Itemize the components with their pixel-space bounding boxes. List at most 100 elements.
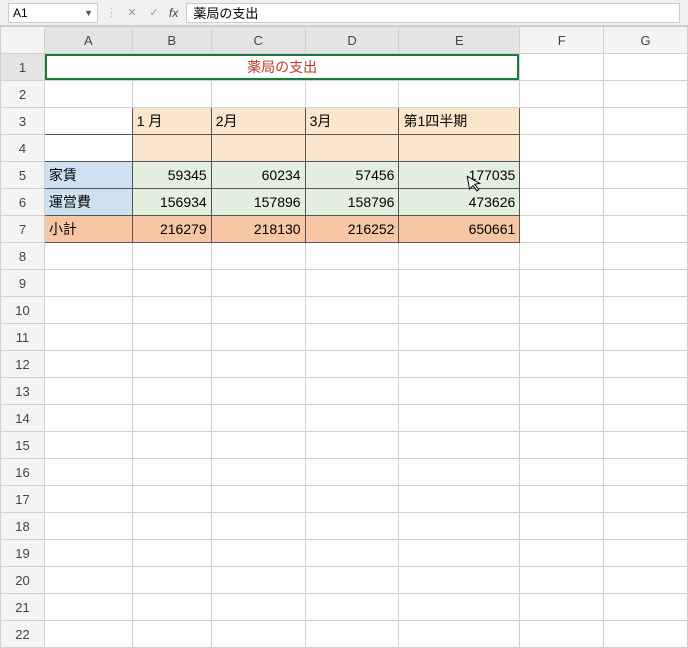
row-header-20[interactable]: 20 bbox=[1, 567, 45, 594]
cell-B20[interactable] bbox=[132, 567, 211, 594]
cell-F13[interactable] bbox=[520, 378, 604, 405]
cell-C9[interactable] bbox=[211, 270, 305, 297]
cancel-icon[interactable]: ✕ bbox=[125, 6, 139, 19]
cell-G10[interactable] bbox=[604, 297, 688, 324]
cell-E8[interactable] bbox=[399, 243, 520, 270]
row-header-11[interactable]: 11 bbox=[1, 324, 45, 351]
cell-F21[interactable] bbox=[520, 594, 604, 621]
cell-F20[interactable] bbox=[520, 567, 604, 594]
cell-G12[interactable] bbox=[604, 351, 688, 378]
cell-F22[interactable] bbox=[520, 621, 604, 648]
cell-F4[interactable] bbox=[520, 135, 604, 162]
cell-D20[interactable] bbox=[305, 567, 399, 594]
cell-A5[interactable]: 家賃 bbox=[44, 162, 132, 189]
cell-G7[interactable] bbox=[604, 216, 688, 243]
cell-B17[interactable] bbox=[132, 486, 211, 513]
cell-F18[interactable] bbox=[520, 513, 604, 540]
row-header-6[interactable]: 6 bbox=[1, 189, 45, 216]
cell-C2[interactable] bbox=[211, 81, 305, 108]
cell-B10[interactable] bbox=[132, 297, 211, 324]
cell-A20[interactable] bbox=[44, 567, 132, 594]
cell-A12[interactable] bbox=[44, 351, 132, 378]
cell-F14[interactable] bbox=[520, 405, 604, 432]
cell-B13[interactable] bbox=[132, 378, 211, 405]
cell-G20[interactable] bbox=[604, 567, 688, 594]
cell-D14[interactable] bbox=[305, 405, 399, 432]
cell-G19[interactable] bbox=[604, 540, 688, 567]
cell-D10[interactable] bbox=[305, 297, 399, 324]
cell-C15[interactable] bbox=[211, 432, 305, 459]
cell-G13[interactable] bbox=[604, 378, 688, 405]
row-header-17[interactable]: 17 bbox=[1, 486, 45, 513]
cell-D7[interactable]: 216252 bbox=[305, 216, 399, 243]
cell-G1[interactable] bbox=[604, 54, 688, 81]
row-header-7[interactable]: 7 bbox=[1, 216, 45, 243]
cell-A14[interactable] bbox=[44, 405, 132, 432]
cell-E11[interactable] bbox=[399, 324, 520, 351]
cell-C8[interactable] bbox=[211, 243, 305, 270]
cell-C6[interactable]: 157896 bbox=[211, 189, 305, 216]
cell-B3[interactable]: 1 月 bbox=[132, 108, 211, 135]
cell-G17[interactable] bbox=[604, 486, 688, 513]
spreadsheet-grid[interactable]: A B C D E F G 1 薬局の支出 2 3 bbox=[0, 26, 688, 648]
cell-B21[interactable] bbox=[132, 594, 211, 621]
cell-A8[interactable] bbox=[44, 243, 132, 270]
cell-F3[interactable] bbox=[520, 108, 604, 135]
cell-B8[interactable] bbox=[132, 243, 211, 270]
cell-B9[interactable] bbox=[132, 270, 211, 297]
cell-A2[interactable] bbox=[44, 81, 132, 108]
cell-A6[interactable]: 運営費 bbox=[44, 189, 132, 216]
cell-B2[interactable] bbox=[132, 81, 211, 108]
cell-F7[interactable] bbox=[520, 216, 604, 243]
row-header-14[interactable]: 14 bbox=[1, 405, 45, 432]
row-header-8[interactable]: 8 bbox=[1, 243, 45, 270]
cell-A21[interactable] bbox=[44, 594, 132, 621]
row-header-18[interactable]: 18 bbox=[1, 513, 45, 540]
cell-C4[interactable] bbox=[211, 135, 305, 162]
cell-A9[interactable] bbox=[44, 270, 132, 297]
fx-icon[interactable]: fx bbox=[169, 6, 178, 20]
cell-C10[interactable] bbox=[211, 297, 305, 324]
cell-B4[interactable] bbox=[132, 135, 211, 162]
cell-F6[interactable] bbox=[520, 189, 604, 216]
cell-F5[interactable] bbox=[520, 162, 604, 189]
cell-B7[interactable]: 216279 bbox=[132, 216, 211, 243]
cell-E19[interactable] bbox=[399, 540, 520, 567]
cell-E13[interactable] bbox=[399, 378, 520, 405]
cell-B14[interactable] bbox=[132, 405, 211, 432]
cell-B12[interactable] bbox=[132, 351, 211, 378]
cell-A13[interactable] bbox=[44, 378, 132, 405]
title-cell[interactable]: 薬局の支出 bbox=[44, 54, 519, 81]
cell-F2[interactable] bbox=[520, 81, 604, 108]
cell-E16[interactable] bbox=[399, 459, 520, 486]
select-all-corner[interactable] bbox=[1, 27, 45, 54]
cell-E3[interactable]: 第1四半期 bbox=[399, 108, 520, 135]
cell-F12[interactable] bbox=[520, 351, 604, 378]
cell-G14[interactable] bbox=[604, 405, 688, 432]
row-header-22[interactable]: 22 bbox=[1, 621, 45, 648]
cell-F9[interactable] bbox=[520, 270, 604, 297]
cell-D13[interactable] bbox=[305, 378, 399, 405]
cell-B5[interactable]: 59345 bbox=[132, 162, 211, 189]
cell-C18[interactable] bbox=[211, 513, 305, 540]
cell-G21[interactable] bbox=[604, 594, 688, 621]
formula-input[interactable]: 薬局の支出 bbox=[186, 3, 680, 23]
row-header-13[interactable]: 13 bbox=[1, 378, 45, 405]
row-header-15[interactable]: 15 bbox=[1, 432, 45, 459]
dropdown-icon[interactable]: ▼ bbox=[84, 8, 93, 18]
cell-C3[interactable]: 2月 bbox=[211, 108, 305, 135]
cell-A19[interactable] bbox=[44, 540, 132, 567]
cell-E12[interactable] bbox=[399, 351, 520, 378]
cell-C13[interactable] bbox=[211, 378, 305, 405]
cell-E2[interactable] bbox=[399, 81, 520, 108]
cell-C7[interactable]: 218130 bbox=[211, 216, 305, 243]
cell-D2[interactable] bbox=[305, 81, 399, 108]
cell-G5[interactable] bbox=[604, 162, 688, 189]
cell-D11[interactable] bbox=[305, 324, 399, 351]
cell-E22[interactable] bbox=[399, 621, 520, 648]
row-header-19[interactable]: 19 bbox=[1, 540, 45, 567]
cell-A11[interactable] bbox=[44, 324, 132, 351]
row-header-16[interactable]: 16 bbox=[1, 459, 45, 486]
cell-D5[interactable]: 57456 bbox=[305, 162, 399, 189]
cell-C21[interactable] bbox=[211, 594, 305, 621]
